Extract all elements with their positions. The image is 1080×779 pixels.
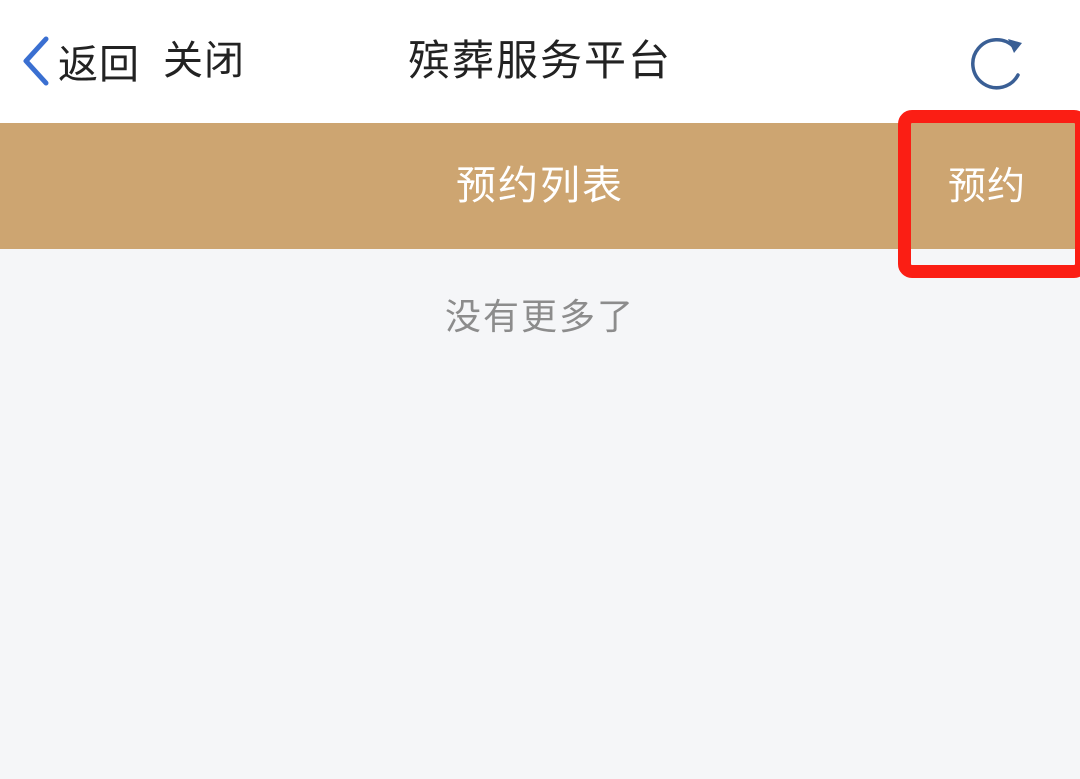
chevron-left-icon	[18, 35, 54, 87]
back-label: 返回	[58, 42, 140, 88]
back-button[interactable]: 返回	[18, 30, 140, 92]
page: 返回 关闭 殡葬服务平台 预约列表 预约 没有更多了	[0, 0, 1080, 779]
top-navbar: 返回 关闭 殡葬服务平台	[0, 0, 1080, 123]
list-header-bar: 预约列表	[0, 123, 1080, 249]
empty-list-message: 没有更多了	[444, 297, 635, 338]
page-title: 殡葬服务平台	[407, 36, 672, 85]
refresh-button[interactable]	[964, 31, 1028, 95]
refresh-icon	[964, 38, 1028, 99]
list-title: 预约列表	[456, 163, 624, 209]
reserve-button[interactable]: 预约	[921, 133, 1053, 243]
close-button[interactable]: 关闭	[163, 30, 245, 92]
